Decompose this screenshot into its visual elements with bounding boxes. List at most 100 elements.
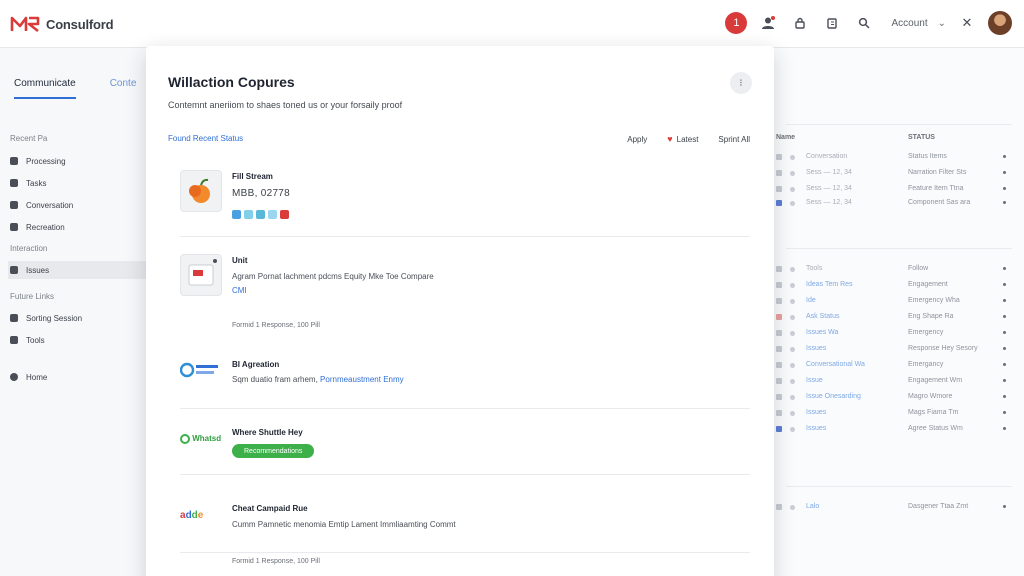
table-row[interactable]: Sess — 12, 34 Narration Filter Sts <box>776 166 1012 180</box>
divider <box>786 248 1012 249</box>
divider <box>180 474 750 475</box>
table-row[interactable]: Conversation Status Items <box>776 150 1012 164</box>
table-row[interactable]: Issues Mags Fiama Tm <box>776 406 1012 420</box>
entry-meta: Formid 1 Response, 100 Pill <box>232 558 320 565</box>
top-bar: Consulford 1 Account ⌄ ✕ <box>0 0 1024 48</box>
table-row[interactable]: Issues Agree Status Wm <box>776 422 1012 436</box>
entry-description: Sqm duatio fram arhem, Pornmeaustment En… <box>232 375 404 384</box>
lock-icon[interactable] <box>789 12 811 34</box>
conversation-icon <box>10 201 18 209</box>
table-row[interactable]: Ide Emergency Wha <box>776 294 1012 308</box>
entry-title: Cheat Campaid Rue <box>232 504 308 513</box>
list-item[interactable]: adde Cheat Campaid Rue Cumm Pamnetic men… <box>180 500 748 570</box>
heart-icon: ♥ <box>667 134 673 144</box>
sidebar-section-label: Interaction <box>10 244 48 253</box>
sidebar-item-home[interactable]: Home <box>8 368 146 386</box>
tasks-icon <box>10 179 18 187</box>
divider <box>180 236 750 237</box>
table-row[interactable]: Issues Response Hey Sesory <box>776 342 1012 356</box>
sidebar-item-tasks[interactable]: Tasks <box>8 174 146 192</box>
home-icon <box>10 373 18 381</box>
recreation-icon <box>10 223 18 231</box>
sidebar-item-sorting-session[interactable]: Sorting Session <box>8 309 146 327</box>
table-row[interactable]: Sess — 12, 34 Feature Item Ttna <box>776 182 1012 196</box>
column-header: STATUS <box>908 134 935 141</box>
agreation-logo-icon <box>179 362 220 380</box>
table-row[interactable]: Lalo Dasgener Ttaa Zmt <box>776 500 1012 514</box>
alert-icon[interactable]: 1 <box>725 12 748 34</box>
divider <box>786 486 1012 487</box>
entry-title: Unit <box>232 256 248 265</box>
tag-chip <box>268 210 277 219</box>
sort-sprint-all[interactable]: Sprint All <box>718 135 750 144</box>
app-name: Consulford <box>46 16 114 32</box>
table-row[interactable]: Issue Engagement Wm <box>776 374 1012 388</box>
sidebar-section-label: Future Links <box>10 292 55 301</box>
recommendations-badge[interactable]: Recommendations <box>232 444 315 458</box>
sidebar-section-label: Recent Pa <box>10 134 48 143</box>
modal-dialog: Willaction Copures Contemnt aneriiom to … <box>146 46 774 576</box>
sort-latest[interactable]: ♥ Latest <box>667 134 698 144</box>
column-header: Name <box>776 134 796 141</box>
list-item[interactable]: Unit Agram Pornat lachment pdcms Equity … <box>180 254 748 342</box>
list-item[interactable]: BI Agreation Sqm duatio fram arhem, Porn… <box>179 356 748 404</box>
tag-chip <box>232 210 241 219</box>
table-row[interactable]: Conversational Wa Emergancy <box>776 358 1012 372</box>
list-item[interactable]: Whatsd Where Shuttle Hey Recommendations <box>180 422 748 470</box>
document-thumbnail-icon <box>180 254 222 296</box>
entry-number: MBB, 02778 <box>232 188 291 199</box>
sidebar-tabs: Communicate Conte <box>14 78 136 99</box>
table-row[interactable]: Issues Wa Emergency <box>776 326 1012 340</box>
entry-link[interactable]: CMI <box>232 286 247 295</box>
close-icon[interactable]: ✕ <box>956 12 978 34</box>
sorting-icon <box>10 314 18 322</box>
modal-title: Willaction Copures <box>168 74 295 90</box>
avatar[interactable] <box>988 11 1012 35</box>
tab-content[interactable]: Conte <box>110 78 137 99</box>
entry-title: BI Agreation <box>232 360 280 369</box>
copy-icon[interactable] <box>821 12 843 34</box>
table-row[interactable]: Issue Onesarding Magro Wmore <box>776 390 1012 404</box>
entry-description: Cumm Pamnetic menomia Emtip Lament Immli… <box>232 520 456 529</box>
whatsd-logo-icon: Whatsd <box>180 434 221 444</box>
sidebar-item-recreation[interactable]: Recreation <box>8 218 146 236</box>
chevron-down-icon[interactable]: ⌄ <box>938 18 946 29</box>
sort-bar: Apply ♥ Latest Sprint All <box>627 134 750 144</box>
sidebar: Communicate Conte Recent Pa Processing T… <box>0 48 146 576</box>
entry-chips <box>232 210 289 219</box>
issues-icon <box>10 266 18 274</box>
close-button[interactable]: ⁝ <box>730 72 752 94</box>
sidebar-item-conversation[interactable]: Conversation <box>8 196 146 214</box>
entry-link[interactable]: Pornmeaustment Enmy <box>320 375 404 384</box>
modal-subtitle: Contemnt aneriiom to shaes toned us or y… <box>168 100 403 110</box>
processing-icon <box>10 157 18 165</box>
entry-title: Fill Stream <box>232 172 273 181</box>
divider <box>180 552 750 553</box>
adde-logo-icon: adde <box>180 510 204 521</box>
table-row[interactable]: Tools Follow <box>776 262 1012 276</box>
account-label[interactable]: Account <box>891 18 927 29</box>
list-item[interactable]: Fill Stream MBB, 02778 <box>180 168 748 228</box>
divider <box>786 124 1012 125</box>
table-row[interactable]: Sess — 12, 34 Component Sas ara <box>776 196 1012 210</box>
entry-title: Where Shuttle Hey <box>232 428 303 437</box>
fruit-thumbnail-icon <box>180 170 222 212</box>
sidebar-item-processing[interactable]: Processing <box>8 152 146 170</box>
sidebar-item-issues[interactable]: Issues <box>8 261 146 279</box>
divider <box>180 408 750 409</box>
tag-chip <box>280 210 289 219</box>
entry-meta: Formid 1 Response, 100 Pill <box>232 322 320 329</box>
sort-apply[interactable]: Apply <box>627 135 647 144</box>
user-icon[interactable] <box>757 12 779 34</box>
tab-communicate[interactable]: Communicate <box>14 78 76 99</box>
tools-icon <box>10 336 18 344</box>
tag-chip <box>244 210 253 219</box>
app-logo[interactable]: Consulford <box>10 14 114 34</box>
sidebar-item-tools[interactable]: Tools <box>8 331 146 349</box>
tag-chip <box>256 210 265 219</box>
filter-link[interactable]: Found Recent Status <box>168 134 243 143</box>
table-row[interactable]: Ask Status Eng Shape Ra <box>776 310 1012 324</box>
search-icon[interactable] <box>853 12 875 34</box>
top-actions: 1 Account ⌄ ✕ <box>725 11 1012 35</box>
table-row[interactable]: Ideas Tem Res Engagement <box>776 278 1012 292</box>
